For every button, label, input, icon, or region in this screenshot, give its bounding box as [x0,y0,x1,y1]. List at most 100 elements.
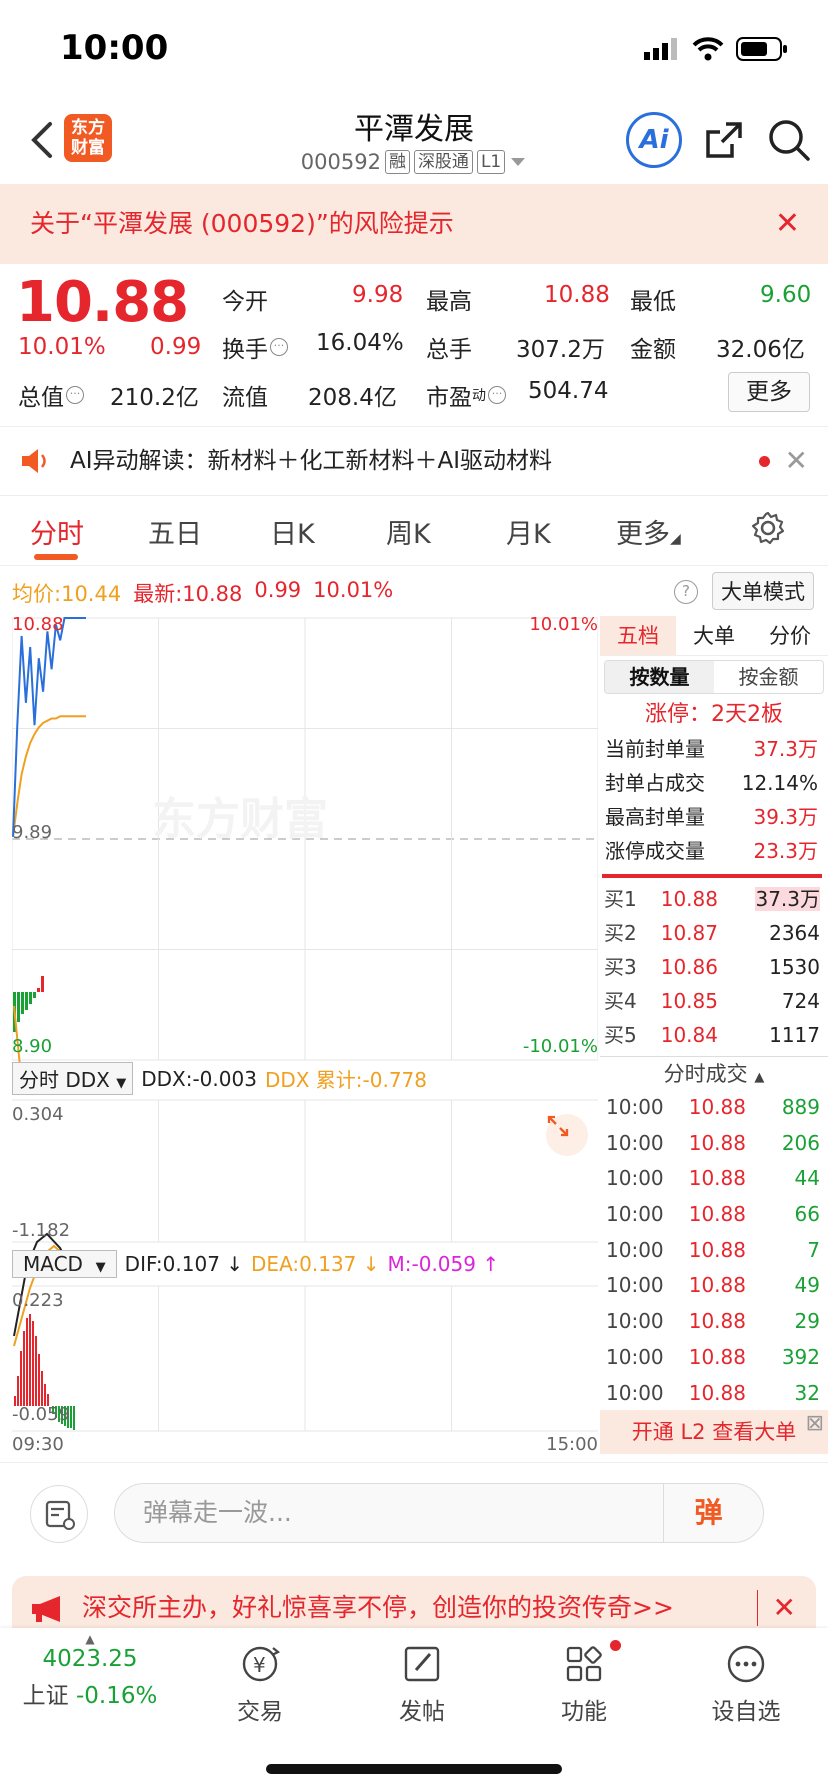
search-icon[interactable] [766,117,812,163]
bid-row: 买1 10.88 37.3万 [604,887,820,911]
tab-big-orders[interactable]: 大单 [676,616,752,655]
more-button[interactable]: 更多 [728,372,810,412]
danmu-input[interactable]: 弹幕走一波... 弹 [114,1483,764,1543]
nav-post[interactable]: 发帖 [352,1636,492,1726]
ticks-header[interactable]: 分时成交 ▲ [600,1056,828,1090]
turnover-value: 16.04% [316,330,404,356]
open-value: 9.98 [352,282,404,308]
bid-row: 买2 10.87 2364 [604,921,820,945]
tab-weekly-k[interactable]: 周K [386,512,431,551]
tab-five-day[interactable]: 五日 [148,512,202,551]
tag-level: L1 [476,150,506,174]
float-cap-label: 流值 [222,385,268,411]
status-bar: 10:00 [0,0,828,100]
info-icon[interactable]: ··· [488,386,506,404]
avg-price-line [12,715,86,837]
macd-selector[interactable]: MACD ▼ [12,1250,117,1278]
help-icon[interactable]: ? [674,580,698,604]
share-icon[interactable] [702,118,746,162]
big-order-mode-button[interactable]: 大单模式 [712,572,814,610]
info-icon[interactable]: ··· [66,386,84,404]
l2-upsell-banner[interactable]: 开通 L2 查看大单 ⊠ [600,1410,828,1454]
close-icon[interactable]: ✕ [785,427,808,495]
tick-row: 10:00 10.88 889 [606,1095,820,1119]
macd-header: MACD ▼ DIF:0.107 ↓ DEA:0.137 ↓ M:-0.059 … [12,1250,499,1278]
danmu-settings-icon [45,1500,75,1530]
danmu-send-button[interactable]: 弹 [663,1484,753,1542]
chart-period-tabs: 分时 五日 日K 周K 月K 更多◢ [0,496,828,566]
last-price: 10.88 [16,270,189,335]
wifi-icon [692,37,724,61]
stat-row: 当前封单量 37.3万 [605,737,818,761]
macd-m: M:-0.059 ↑ [387,1252,500,1276]
close-icon[interactable]: ✕ [775,184,800,264]
watermark: 东方财富 [152,794,328,845]
high-label: 最高 [426,289,472,315]
home-indicator [266,1764,562,1774]
index-value: 4023.25 [42,1646,138,1672]
unread-dot [759,456,770,467]
tick-row: 10:00 10.88 29 [606,1309,820,1334]
ai-assistant-button[interactable]: Ai [626,112,682,168]
risk-warning-banner[interactable]: 关于“平潭发展 (000592)”的风险提示 ✕ [0,184,828,264]
seg-by-amount[interactable]: 按金额 [714,661,823,693]
promo-text: 深交所主办，好礼惊喜享不停，创造你的投资传奇>> [82,1593,674,1622]
stat-row: 封单占成交 12.14% [605,771,818,795]
turnover-label: 换手 [222,337,268,363]
ai-insight-bar[interactable]: AI异动解读：新材料＋化工新材料＋AI驱动材料 ✕ [0,426,828,496]
tab-price-dist[interactable]: 分价 [752,616,828,655]
pe-sup: 动 [472,388,486,404]
order-book-panel: 五档 大单 分价 按数量 按金额 涨停：2天2板 当前封单量 37.3万 封单占成… [600,616,828,1456]
nav-settings-watchlist[interactable]: 设自选 [676,1636,816,1726]
tab-five-levels[interactable]: 五档 [600,616,676,655]
tick-row: 10:00 10.88 392 [606,1344,820,1369]
ddx-bottom: -1.182 [12,1220,71,1241]
comment-settings-button[interactable] [30,1485,88,1543]
tab-intraday[interactable]: 分时 [30,512,84,551]
limit-up-divider [602,874,822,878]
active-tab-indicator [34,554,78,560]
ddx-value: DDX:-0.003 [141,1066,257,1091]
dropdown-triangle-icon [511,158,526,166]
gear-icon[interactable] [750,510,786,546]
stock-header: 东方 财富 平潭发展 000592 融 深股通 L1 Ai [0,100,828,184]
status-time: 10:00 [60,28,169,68]
info-icon[interactable]: ··· [270,338,288,356]
ddx-selector[interactable]: 分时 DDX ▼ [12,1062,134,1095]
tick-row: 10:00 10.88 44 [606,1166,820,1191]
bid-row: 买4 10.85 724 [604,989,820,1013]
nav-functions[interactable]: 功能 [514,1636,654,1726]
index-name: 上证 [22,1683,69,1709]
low-label: 最低 [630,289,676,315]
amount-label: 金额 [630,337,676,363]
market-cap-label: 总值 [18,385,64,411]
trade-icon: ¥ [242,1646,281,1682]
volume-label: 总手 [426,337,472,363]
tab-daily-k[interactable]: 日K [270,512,315,551]
limit-up-status: 涨停：2天2板 [645,702,783,727]
y-mid-price: 9.89 [12,822,53,843]
seg-by-volume[interactable]: 按数量 [605,661,714,693]
tab-monthly-k[interactable]: 月K [506,512,551,551]
y-top-pct: 10.01% [529,614,598,635]
market-cap-value: 210.2亿 [110,385,199,411]
expand-icon[interactable] [546,1114,588,1156]
tick-row: 10:00 10.88 32 [606,1380,820,1405]
tab-more[interactable]: 更多◢ [616,512,681,551]
change-amount: 0.99 [150,334,202,360]
ticks-list: 10:00 10.88 889 10:00 10.88 206 10:00 10.88 44 10… [600,1090,828,1411]
battery-icon [736,37,787,61]
index-ticker[interactable]: ▲ 4023.25 上证 -0.16% [20,1632,160,1710]
tick-row: 10:00 10.88 49 [606,1273,820,1298]
pe-value: 504.74 [528,378,609,404]
stock-code: 000592 [300,150,381,174]
ddx-bars [13,976,44,1032]
high-value: 10.88 [544,282,610,308]
float-cap-value: 208.4亿 [308,385,397,411]
tick-row: 10:00 10.88 206 [606,1130,820,1155]
notification-dot [610,1640,621,1651]
ddx-header: 分时 DDX ▼ DDX:-0.003 DDX 累计:-0.778 [12,1062,427,1095]
nav-trade[interactable]: ¥ 交易 [190,1636,330,1726]
close-icon[interactable]: ⊠ [806,1402,824,1446]
intraday-chart[interactable]: 东方财富 10.88 10.01% 9.89 8.90 -10.01% 分时 D… [12,614,598,1462]
